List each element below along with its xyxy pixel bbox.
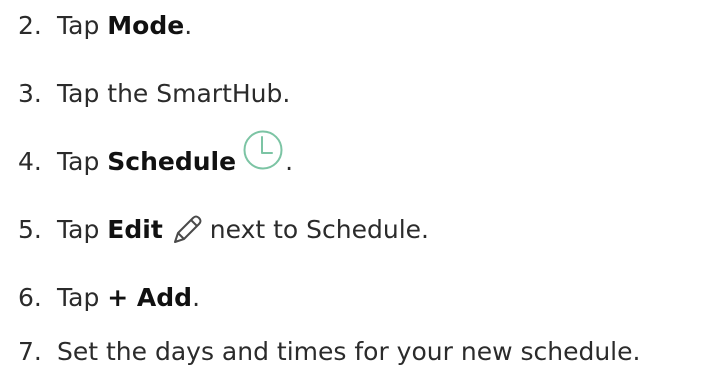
clock-icon xyxy=(242,129,284,171)
step-number: 3. xyxy=(18,79,42,108)
step-7: 7. Set the days and times for your new s… xyxy=(18,332,640,372)
pencil-icon xyxy=(170,211,204,245)
step-text: Tap + Add . xyxy=(57,278,200,318)
step-3: 3. Tap the SmartHub. xyxy=(18,74,290,114)
step-suffix: next to Schedule. xyxy=(209,215,429,244)
step-prefix: Tap xyxy=(57,11,108,40)
step-prefix: Tap xyxy=(57,283,108,312)
add-label: + Add xyxy=(107,283,193,312)
edit-label: Edit xyxy=(107,215,163,244)
step-number: 7. xyxy=(18,337,42,366)
step-text: Tap the SmartHub. xyxy=(57,79,291,108)
step-2: 2. Tap Mode . xyxy=(18,6,192,46)
step-text: Tap Schedule . xyxy=(57,130,294,183)
step-suffix: . xyxy=(285,147,294,176)
step-4: 4. Tap Schedule . xyxy=(18,130,294,183)
step-suffix: . xyxy=(192,283,201,312)
step-6: 6. Tap + Add . xyxy=(18,278,200,318)
step-number: 4. xyxy=(18,147,42,176)
schedule-label: Schedule xyxy=(107,147,237,176)
step-text: Set the days and times for your new sche… xyxy=(57,337,641,366)
step-text: Tap Mode . xyxy=(57,6,192,46)
mode-label: Mode xyxy=(107,11,185,40)
step-number: 6. xyxy=(18,283,42,312)
step-5: 5. Tap Edit next to Schedule. xyxy=(18,210,429,250)
step-number: 2. xyxy=(18,11,42,40)
step-prefix: Tap xyxy=(57,147,108,176)
step-number: 5. xyxy=(18,215,42,244)
step-suffix: . xyxy=(184,11,193,40)
step-prefix: Tap xyxy=(57,215,108,244)
step-text: Tap Edit next to Schedule. xyxy=(57,210,429,250)
